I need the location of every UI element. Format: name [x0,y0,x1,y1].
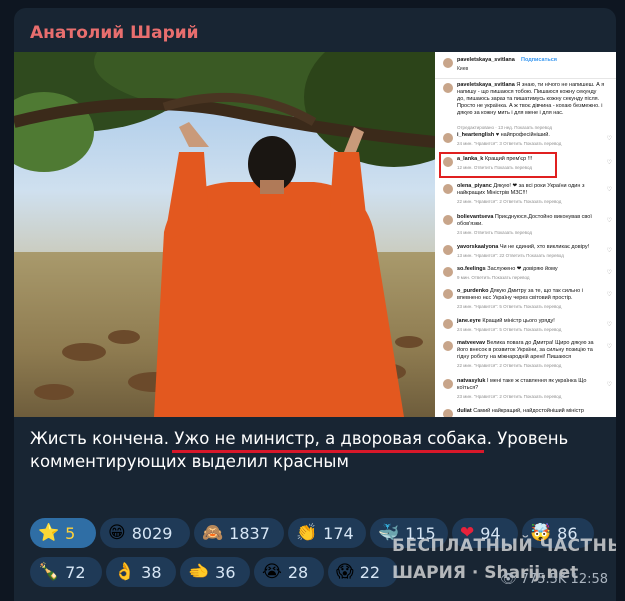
ig-comment-user: natvasyluk [457,378,486,384]
ig-comment-user: paveletskaya_svitlana [457,82,515,88]
see-no-evil-monkey-icon: 🙈 [202,523,224,543]
heart-icon: ♡ [606,218,612,224]
reaction-count: 38 [141,562,162,582]
ig-comment-meta: 24 мин. "Нравится": 3 Ответить Показать … [457,141,562,146]
ig-comment-meta: 13 мин. "Нравится": 22 Ответить Показать… [457,253,564,258]
caption-text: Жисть кончена. [30,429,175,448]
ig-comment-meta: 22 мин. "Нравится": 2 Ответить Показать … [457,363,562,368]
channel-author[interactable]: Анатолий Шарий [30,23,199,43]
ig-comment-text: Самий найкращий, найдостойніший міністр [473,408,584,414]
ig-comment-text: Кращий міністр цього уряду! [482,318,555,324]
reaction-clap[interactable]: 👏 174 [288,518,366,548]
left-hand-icon: 🫲 [188,562,210,582]
photo-figure [34,122,423,417]
grin-icon: 😁 [108,523,126,543]
ig-username: paveletskaya_svitlana [457,57,515,63]
ig-comment-user: olena_piyanc [457,183,492,189]
ig-avatar [443,245,453,255]
ig-comment-text: ♥ найпрофесійніший. [495,132,550,138]
ig-follow-button: Подписаться [521,57,557,63]
ig-comment-user: bolievantseva [457,214,494,220]
caption-red-underline [172,450,484,453]
heart-icon: ♡ [606,292,612,298]
ig-comment-user: so.feelings [457,266,486,272]
reaction-monkey[interactable]: 🙈 1837 [194,518,284,548]
reaction-count: 174 [323,523,354,543]
ig-comment-meta: 23 мин. "Нравится": 2 Ответить Показать … [457,394,562,399]
ig-comment-user: i_heartenglish [457,132,495,138]
caption-highlight: Ужо не министр, а дворовая собака [174,429,487,448]
ig-avatar [443,319,453,329]
reaction-count: 5 [65,523,76,543]
ig-avatar [443,409,453,417]
reaction-count: 72 [65,562,86,582]
reaction-left-hand[interactable]: 🫲 36 [180,557,250,587]
ig-avatar [443,215,453,225]
post-time: 12:58 [570,572,609,587]
ig-comment-meta: Отредактировано · 13 нед. Показать перев… [457,125,552,130]
message-bubble: Анатолий Шарий paveletskaya_svitlana Под… [14,8,616,601]
heart-icon: ♡ [606,382,612,388]
post-meta: 👁 775.5K 12:58 [500,572,608,587]
ig-avatar [443,184,453,194]
view-count: 775.5K [520,572,567,587]
ig-comment-meta: 22 мин. "Нравится": 2 Ответить Показать … [457,199,562,204]
watermark-line1: БЕСПЛАТНЫЙ ЧАСТНЫЙ [392,536,616,556]
ig-avatar [443,58,453,68]
red-highlight-box [439,152,557,178]
heart-icon: ♡ [606,248,612,254]
ig-comment-meta: 24 мин. "Нравится": 5 Ответить Показать … [457,327,562,332]
reaction-grin[interactable]: 😁 8029 [100,518,190,548]
instagram-screenshot: paveletskaya_svitlana Подписаться Киев p… [435,52,616,417]
ok-hand-icon: 👌 [114,562,136,582]
eye-icon: 👁 [500,572,517,587]
crying-face-icon: 😭 [262,562,282,582]
ig-comment-text: Заслужено ❤ довіряю йому [487,266,558,272]
ig-comment-user: o_purdenko [457,288,489,294]
heart-icon: ♡ [606,136,612,142]
reaction-champagne[interactable]: 🍾 72 [30,557,102,587]
post-image[interactable]: paveletskaya_svitlana Подписаться Киев p… [14,52,616,417]
ig-avatar [443,133,453,143]
reaction-count: 28 [287,562,309,582]
heart-icon: ♡ [606,160,612,166]
ig-avatar [443,379,453,389]
ig-avatar [443,289,453,299]
reaction-screaming[interactable]: 😱 22 [328,557,398,587]
ig-comment-meta: 24 мин. Ответить Показать перевод [457,230,533,235]
clapping-hands-icon: 👏 [296,523,318,543]
reaction-count: 8029 [131,523,173,543]
ig-comment-meta: 9 мин. Ответить Показать перевод [457,275,530,280]
ig-comment-text: Чи не єдиний, хто викликає довіру! [499,244,590,250]
ig-location: Киев [457,66,469,72]
screaming-face-icon: 😱 [336,562,354,582]
ig-caption: paveletskaya_svitlana Я знаю, ти нічого … [435,82,616,130]
ig-header: paveletskaya_svitlana Подписаться Киев [435,52,616,79]
ig-comment-meta: 23 мин. "Нравится": 5 Ответить Показать … [457,304,562,309]
ig-avatar [443,267,453,277]
heart-icon: ♡ [606,270,612,276]
reaction-star[interactable]: ⭐ 5 [30,518,96,548]
reaction-ok-hand[interactable]: 👌 38 [106,557,176,587]
ig-avatar [443,341,453,351]
reaction-crying[interactable]: 😭 28 [254,557,324,587]
reaction-count: 1837 [229,523,270,543]
ig-comment-user: duliat [457,408,472,414]
champagne-icon: 🍾 [38,562,60,582]
heart-icon: ♡ [606,344,612,350]
reaction-count: 36 [215,562,236,582]
photo-man-under-tree [14,52,435,417]
heart-icon: ♡ [606,322,612,328]
ig-comment-user: yavorskaalyona [457,244,499,250]
reaction-count: 22 [359,562,381,582]
ig-comment-user: matveevav [457,340,486,346]
heart-icon: ♡ [606,187,612,193]
star-icon: ⭐ [38,523,60,543]
ig-comment-user: jane.eyre [457,318,481,324]
ig-avatar [443,83,453,93]
